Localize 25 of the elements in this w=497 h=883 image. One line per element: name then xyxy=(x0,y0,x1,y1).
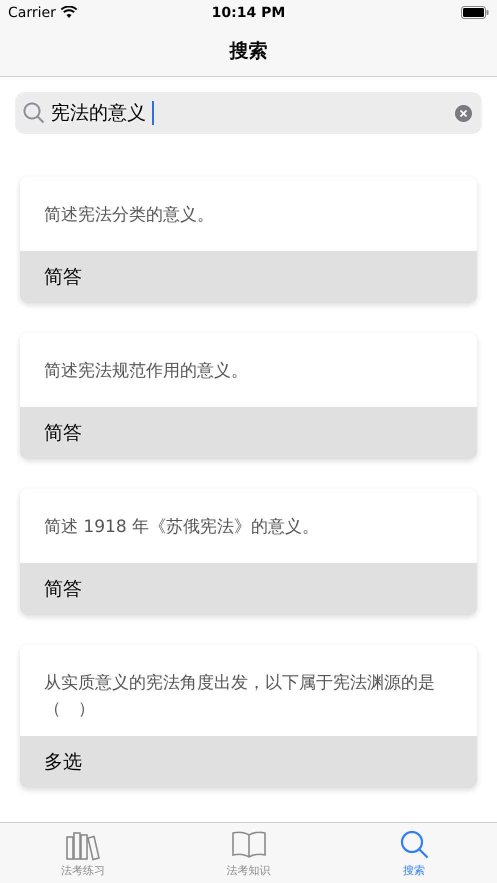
books-icon xyxy=(64,829,101,861)
open-book-icon xyxy=(230,829,266,861)
question-type: 简答 xyxy=(20,563,477,615)
result-card[interactable]: 从实质意义的宪法角度出发，以下属于宪法渊源的是（ ） 多选 xyxy=(20,645,477,788)
tab-item[interactable]: 搜索 xyxy=(331,823,497,883)
search-field[interactable]: 宪法的意义 xyxy=(15,92,482,134)
question-type: 简答 xyxy=(20,407,477,459)
result-card[interactable]: 简述宪法分类的意义。 简答 xyxy=(20,177,477,303)
question-text: 简述宪法分类的意义。 xyxy=(20,177,477,251)
wifi-icon xyxy=(60,6,78,19)
question-type: 简答 xyxy=(20,251,477,303)
question-text: 从实质意义的宪法角度出发，以下属于宪法渊源的是（ ） xyxy=(20,645,477,736)
battery-icon xyxy=(461,6,489,19)
page-title: 搜索 xyxy=(230,38,268,64)
question-type: 多选 xyxy=(20,736,477,788)
result-card[interactable]: 简述 1918 年《苏俄宪法》的意义。 简答 xyxy=(20,489,477,615)
question-text: 简述宪法规范作用的意义。 xyxy=(20,333,477,407)
search-value: 宪法的意义 xyxy=(51,101,146,126)
clear-icon[interactable] xyxy=(455,104,472,122)
search-icon xyxy=(23,102,45,124)
question-text: 简述 1918 年《苏俄宪法》的意义。 xyxy=(20,489,477,563)
text-cursor xyxy=(152,101,154,125)
result-card[interactable]: 简述宪法规范作用的意义。 简答 xyxy=(20,333,477,459)
clock-time: 10:14 PM xyxy=(212,4,286,20)
carrier-label: Carrier xyxy=(8,4,56,20)
